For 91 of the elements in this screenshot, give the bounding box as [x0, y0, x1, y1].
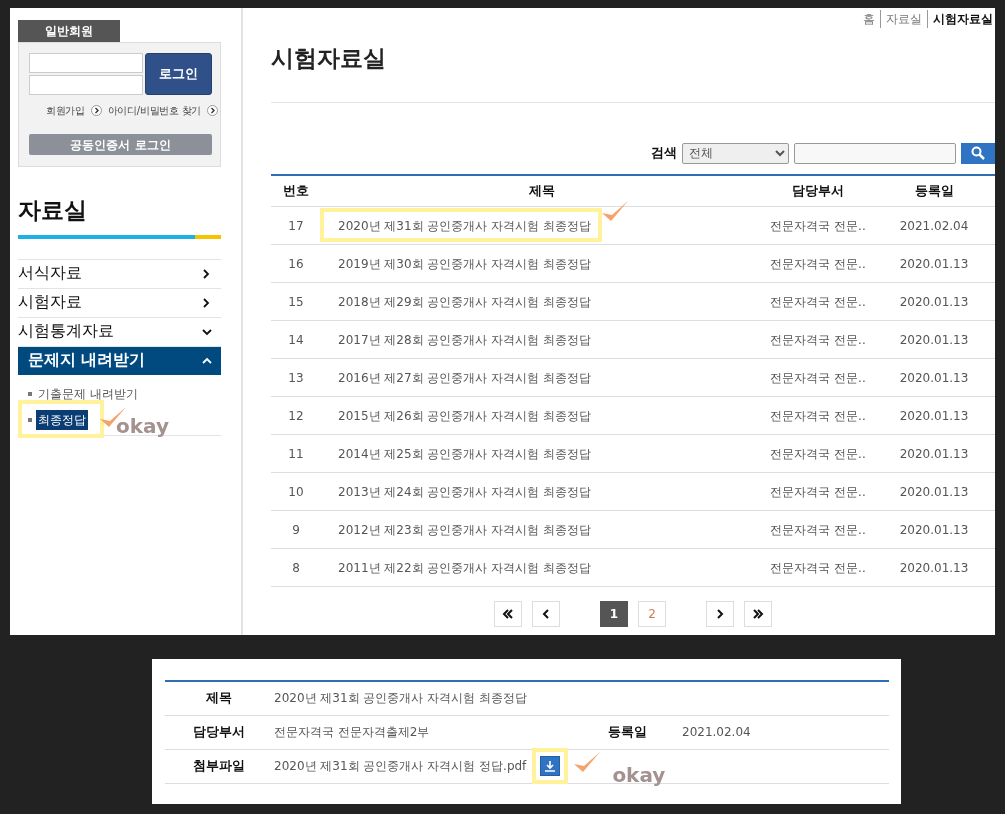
bullet-icon	[28, 418, 32, 422]
table-cell: 15	[271, 282, 321, 321]
table-cell: 2020.01.13	[873, 396, 995, 435]
sidebar-menu-item[interactable]: 서식자료	[18, 259, 221, 288]
previous-page-button[interactable]	[532, 601, 560, 627]
post-title-link[interactable]: 2017년 제28회 공인중개사 자격시험 최종정답	[338, 332, 592, 347]
breadcrumb-link[interactable]: 시험자료실	[927, 10, 993, 28]
table-cell: 2020.01.13	[873, 510, 995, 549]
column-header: 등록일	[873, 174, 995, 207]
login-button[interactable]: 로그인	[145, 53, 212, 95]
table-cell: 2021.02.04	[873, 206, 995, 245]
chevron-down-icon	[201, 326, 213, 338]
table-cell: 16	[271, 244, 321, 283]
last-page-icon	[752, 608, 764, 620]
field-label: 첨부파일	[165, 749, 273, 783]
page-title: 시험자료실	[271, 41, 995, 103]
search-label: 검색	[651, 144, 677, 163]
table-cell: 12	[271, 396, 321, 435]
field-value: 2021.02.04	[681, 715, 889, 749]
login-link[interactable]: 아이디/비밀번호 찾기	[107, 103, 201, 118]
column-header: 담당부서	[763, 174, 873, 207]
download-icon	[544, 760, 557, 772]
previous-page-icon	[540, 608, 552, 620]
table-cell: 2020.01.13	[873, 472, 995, 511]
post-title-link[interactable]: 2016년 제27회 공인중개사 자격시험 최종정답	[338, 370, 592, 385]
search-field[interactable]	[794, 142, 956, 164]
table-cell: 11	[271, 434, 321, 473]
next-page-button[interactable]	[706, 601, 734, 627]
table-cell: 전문자격국 전문..	[763, 434, 873, 473]
login-link[interactable]: 회원가입	[45, 103, 85, 118]
post-title-link[interactable]: 2014년 제25회 공인중개사 자격시험 최종정답	[338, 446, 592, 461]
table-cell: 전문자격국 전문..	[763, 396, 873, 435]
search-icon	[971, 146, 985, 160]
table-cell: 14	[271, 320, 321, 359]
download-button[interactable]	[540, 756, 561, 776]
arrow-circle-icon[interactable]	[207, 105, 218, 116]
table-cell: 전문자격국 전문..	[763, 320, 873, 359]
post-title-link[interactable]: 2011년 제22회 공인중개사 자격시험 최종정답	[338, 560, 592, 575]
table-cell: 9	[271, 510, 321, 549]
table-cell: 전문자격국 전문..	[763, 206, 873, 245]
annotation-text: okay	[612, 762, 666, 789]
table-cell: 2020.01.13	[873, 434, 995, 473]
password-field[interactable]	[29, 75, 143, 95]
sidebar-menu-item[interactable]: 문제지 내려받기	[18, 346, 221, 375]
field-label: 제목	[165, 681, 273, 715]
first-page-icon	[502, 608, 514, 620]
table-cell: 전문자격국 전문..	[763, 510, 873, 549]
breadcrumb-link[interactable]: 홈	[863, 10, 875, 28]
table-cell: 2020.01.13	[873, 320, 995, 359]
member-type-tab[interactable]: 일반회원	[18, 20, 120, 42]
field-label: 등록일	[573, 715, 681, 749]
table-cell: 17	[271, 206, 321, 245]
first-page-button[interactable]	[494, 601, 522, 627]
table-cell: 2020.01.13	[873, 358, 995, 397]
post-title-link[interactable]: 2018년 제29회 공인중개사 자격시험 최종정답	[338, 294, 592, 309]
table-cell: 10	[271, 472, 321, 511]
table-cell: 전문자격국 전문..	[763, 548, 873, 587]
attachment-link[interactable]: 2020년 제31회 공인중개사 자격시험 정답.pdf	[274, 757, 527, 775]
post-title-link[interactable]: 2020년 제31회 공인중개사 자격시험 최종정답	[338, 218, 592, 233]
arrow-circle-icon[interactable]	[90, 105, 102, 116]
table-cell: 13	[271, 358, 321, 397]
search-button[interactable]	[961, 142, 995, 164]
column-header: 제목	[321, 174, 763, 207]
page-number-button[interactable]: 1	[600, 601, 628, 627]
table-cell: 전문자격국 전문..	[763, 244, 873, 283]
table-cell: 전문자격국 전문..	[763, 472, 873, 511]
search-scope-select[interactable]: 전체	[682, 142, 789, 164]
sidebar-menu-item[interactable]: 시험자료	[18, 288, 221, 317]
next-page-icon	[714, 608, 726, 620]
post-title-link[interactable]: 2019년 제30회 공인중개사 자격시험 최종정답	[338, 256, 592, 271]
table-cell: 전문자격국 전문..	[763, 358, 873, 397]
sidebar-title: 자료실	[18, 195, 88, 225]
table-cell: 8	[271, 548, 321, 587]
submenu-item[interactable]: 기출문제 내려받기	[36, 384, 140, 404]
post-title-link[interactable]: 2012년 제23회 공인중개사 자격시험 최종정답	[338, 522, 592, 537]
table-cell: 2020.01.13	[873, 244, 995, 283]
submenu-item[interactable]: 최종정답	[36, 410, 88, 430]
table-cell: 2020.01.13	[873, 282, 995, 321]
post-title-link[interactable]: 2013년 제24회 공인중개사 자격시험 최종정답	[338, 484, 592, 499]
breadcrumb-link[interactable]: 자료실	[880, 10, 922, 28]
field-value: 전문자격국 전문자격출제2부	[273, 715, 573, 749]
table-cell: 전문자격국 전문..	[763, 282, 873, 321]
column-header: 번호	[271, 174, 321, 207]
last-page-button[interactable]	[744, 601, 772, 627]
field-label: 담당부서	[165, 715, 273, 749]
table-cell: 2020.01.13	[873, 548, 995, 587]
post-title-link[interactable]: 2015년 제26회 공인중개사 자격시험 최종정답	[338, 408, 592, 423]
bullet-icon	[28, 392, 32, 396]
id-field[interactable]	[29, 53, 143, 73]
annotation-text: okay	[116, 413, 169, 440]
field-value: 2020년 제31회 공인중개사 자격시험 최종정답	[273, 681, 889, 715]
